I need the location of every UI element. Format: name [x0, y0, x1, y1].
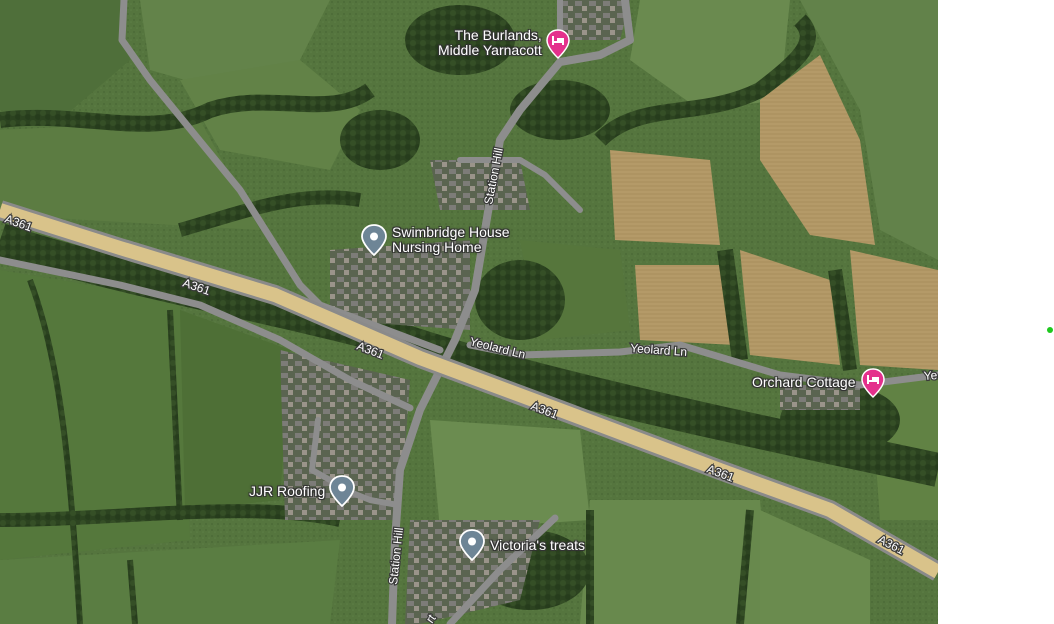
poi-label: The Burlands, Middle Yarnacott [438, 27, 542, 58]
place-pin-icon[interactable] [361, 224, 387, 256]
field [430, 420, 590, 530]
poi-the-burlands[interactable]: The Burlands, Middle Yarnacott [438, 27, 570, 59]
place-pin-icon[interactable] [459, 529, 485, 561]
poi-label: JJR Roofing [249, 482, 326, 499]
status-indicator [1047, 327, 1053, 333]
poi-label: Orchard Cottage [752, 373, 856, 390]
road-label-yeolard-ln: Ye [923, 368, 938, 383]
crop-field [850, 250, 938, 370]
poi-jjr-roofing[interactable]: JJR Roofing [249, 475, 356, 507]
poi-victorias-treats[interactable]: Victoria's treats [459, 529, 585, 561]
hotel-icon[interactable] [546, 29, 570, 59]
poi-label: Victoria's treats [490, 536, 586, 553]
poi-swimbridge-house-nursing-home[interactable]: Swimbridge House Nursing Home [361, 224, 510, 256]
poi-label: Swimbridge House Nursing Home [392, 224, 510, 255]
hotel-icon[interactable] [860, 368, 885, 398]
crop-field [635, 265, 735, 345]
poi-orchard-cottage[interactable]: Orchard Cottage [752, 368, 885, 398]
satellite-map[interactable]: A361 A361 A361 A361 A361 A361 Station Hi… [0, 0, 938, 624]
buildings [560, 0, 630, 40]
place-pin-icon[interactable] [329, 475, 356, 507]
buildings [430, 160, 530, 210]
crop-field [610, 150, 720, 245]
